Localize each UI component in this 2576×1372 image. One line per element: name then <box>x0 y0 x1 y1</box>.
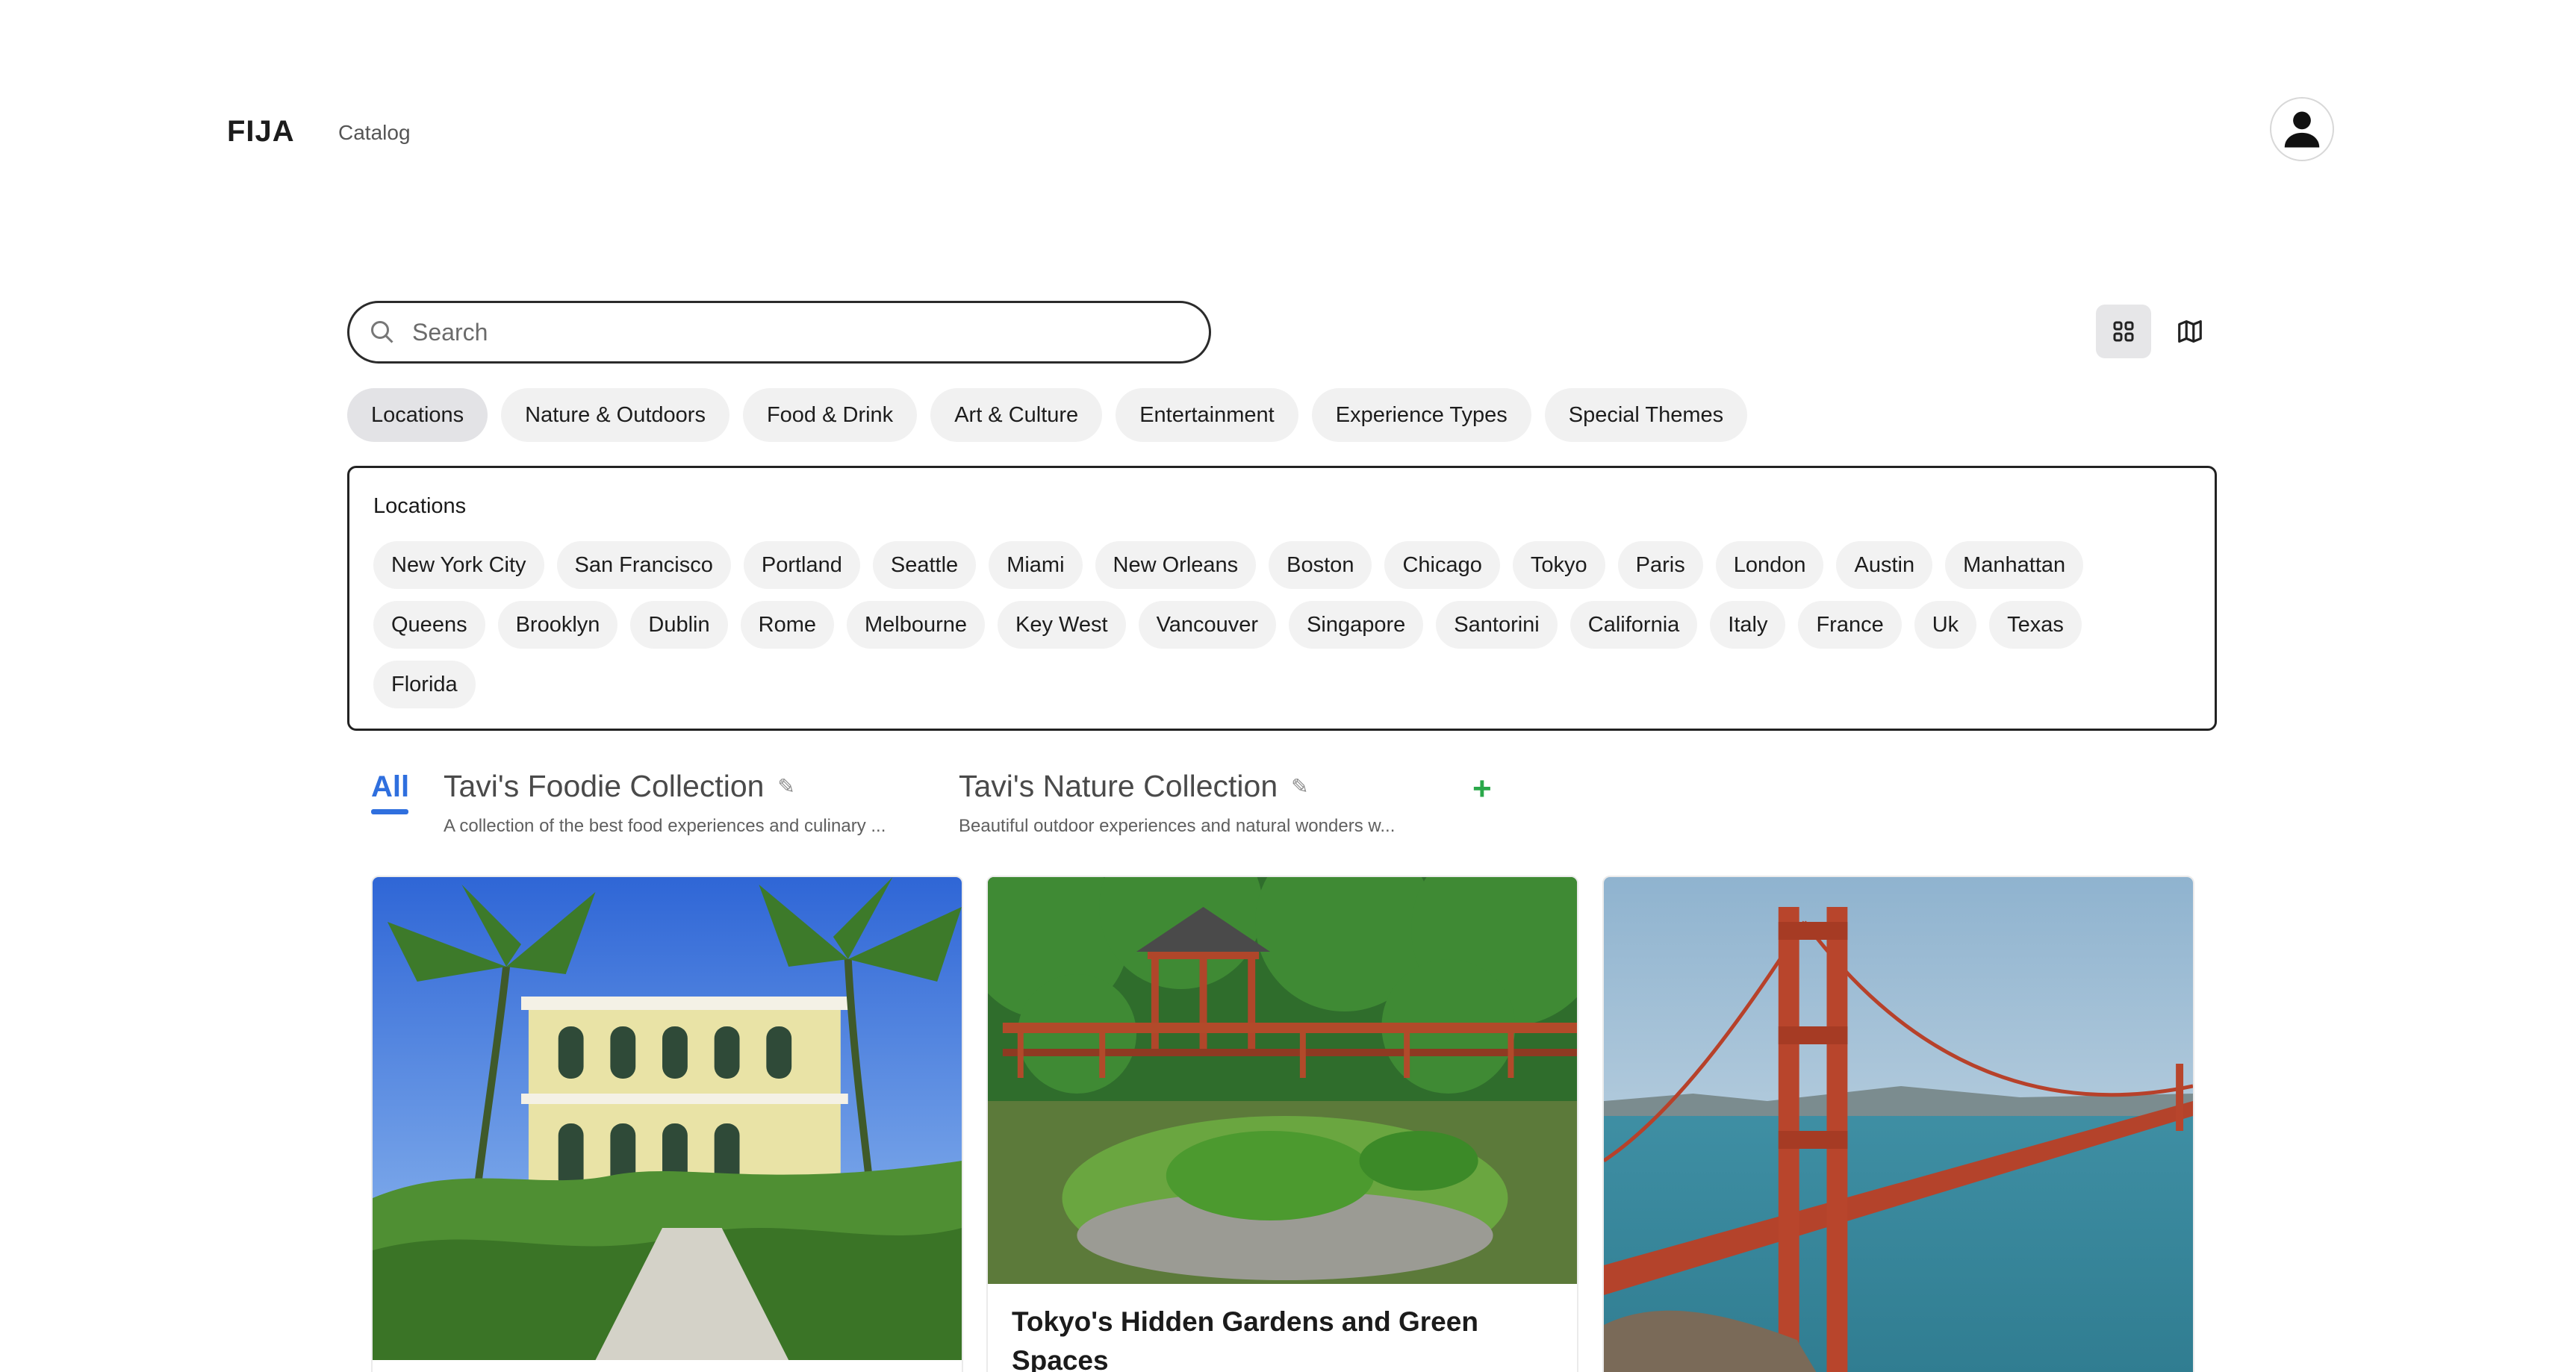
pencil-icon[interactable]: ✎ <box>1291 774 1308 799</box>
location-chip[interactable]: Santorini <box>1436 601 1558 649</box>
experience-card[interactable]: Tokyo's Hidden Gardens and Green Spaces <box>986 876 1578 1372</box>
location-chip[interactable]: Tokyo <box>1512 541 1605 589</box>
location-chip[interactable]: Melbourne <box>846 601 986 649</box>
search-icon <box>367 317 397 347</box>
location-chip[interactable]: New York City <box>373 541 544 589</box>
location-chip[interactable]: Chicago <box>1384 541 1500 589</box>
location-chip[interactable]: Manhattan <box>1945 541 2084 589</box>
category-art-culture[interactable]: Art & Culture <box>930 388 1103 442</box>
grid-icon <box>2113 321 2134 342</box>
location-chip[interactable]: Uk <box>1914 601 1977 649</box>
location-chip[interactable]: Key West <box>998 601 1126 649</box>
location-chip[interactable]: Italy <box>1710 601 1786 649</box>
collection-description: Beautiful outdoor experiences and natura… <box>959 816 1396 836</box>
key-west-house-image <box>373 877 962 1361</box>
add-collection-button[interactable]: + <box>1472 770 1492 808</box>
location-chip-list: New York City San Francisco Portland Sea… <box>373 541 2195 708</box>
map-view-button[interactable] <box>2162 305 2218 358</box>
location-chip[interactable]: London <box>1715 541 1824 589</box>
brand-logo[interactable]: FIJA <box>227 115 295 149</box>
experience-card[interactable] <box>1602 876 2194 1372</box>
active-tab-underline <box>371 809 408 814</box>
category-chips: Locations Nature & Outdoors Food & Drink… <box>347 388 1748 442</box>
experience-card[interactable] <box>371 876 963 1372</box>
category-food-drink[interactable]: Food & Drink <box>742 388 918 442</box>
category-entertainment[interactable]: Entertainment <box>1116 388 1298 442</box>
japanese-garden-image <box>988 877 1577 1284</box>
location-chip[interactable]: Austin <box>1836 541 1933 589</box>
top-header: FIJA Catalog <box>0 0 2576 194</box>
card-title: Tokyo's Hidden Gardens and Green Spaces <box>1012 1306 1478 1372</box>
location-chip[interactable]: Rome <box>740 601 834 649</box>
map-icon <box>2178 319 2202 343</box>
tab-all[interactable]: All <box>371 770 409 804</box>
location-chip[interactable]: Texas <box>1989 601 2082 649</box>
category-experience-types[interactable]: Experience Types <box>1311 388 1531 442</box>
category-special-themes[interactable]: Special Themes <box>1544 388 1748 442</box>
location-chip[interactable]: Florida <box>373 661 476 708</box>
location-chip[interactable]: California <box>1569 601 1698 649</box>
collection-title: Tavi's Foodie Collection <box>444 769 765 803</box>
tab-nature-collection[interactable]: Tavi's Nature Collection ✎ Beautiful out… <box>959 769 1395 837</box>
user-avatar-button[interactable] <box>2270 97 2334 161</box>
location-chip[interactable]: Portland <box>743 541 860 589</box>
category-locations[interactable]: Locations <box>347 388 488 442</box>
category-nature-outdoors[interactable]: Nature & Outdoors <box>501 388 729 442</box>
nav-catalog-link[interactable]: Catalog <box>338 121 411 145</box>
search-bar[interactable] <box>347 301 1211 364</box>
location-chip[interactable]: France <box>1798 601 1902 649</box>
location-chip[interactable]: Dublin <box>630 601 728 649</box>
location-chip[interactable]: Vancouver <box>1138 601 1277 649</box>
grid-view-button[interactable] <box>2096 305 2151 358</box>
location-chip[interactable]: San Francisco <box>556 541 731 589</box>
collection-description: A collection of the best food experience… <box>444 816 886 836</box>
golden-gate-bridge-image <box>1604 877 2193 1372</box>
location-chip[interactable]: New Orleans <box>1095 541 1257 589</box>
search-input[interactable] <box>412 318 1159 346</box>
location-chip[interactable]: Paris <box>1617 541 1703 589</box>
location-chip[interactable]: Boston <box>1269 541 1372 589</box>
pencil-icon[interactable]: ✎ <box>777 774 794 799</box>
tab-foodie-collection[interactable]: Tavi's Foodie Collection ✎ A collection … <box>444 769 886 837</box>
collection-title: Tavi's Nature Collection <box>959 769 1278 803</box>
locations-panel: Locations New York City San Francisco Po… <box>347 466 2217 731</box>
location-chip[interactable]: Seattle <box>872 541 977 589</box>
locations-panel-title: Locations <box>373 494 467 518</box>
location-chip[interactable]: Singapore <box>1289 601 1424 649</box>
location-chip[interactable]: Miami <box>989 541 1083 589</box>
location-chip[interactable]: Queens <box>373 601 485 649</box>
user-icon <box>2284 111 2320 148</box>
location-chip[interactable]: Brooklyn <box>497 601 618 649</box>
